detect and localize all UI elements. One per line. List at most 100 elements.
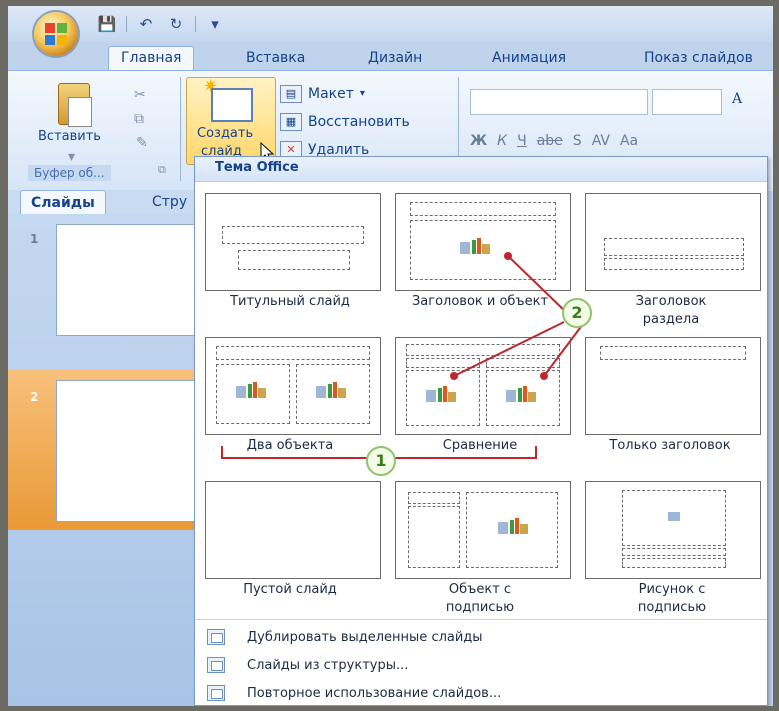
placeholder-text xyxy=(604,258,744,270)
redo-icon[interactable]: ↻ xyxy=(165,14,187,34)
picture-icon xyxy=(668,512,680,521)
office-logo-icon xyxy=(45,23,67,45)
char-spacing-button[interactable]: AV xyxy=(592,133,610,149)
slide-thumbnail-1[interactable] xyxy=(56,224,200,336)
office-button[interactable] xyxy=(34,12,78,56)
layout-label: Сравнение xyxy=(442,438,518,453)
layout-two-content[interactable]: Два объекта xyxy=(195,329,385,479)
cut-icon[interactable]: ✂ xyxy=(134,87,146,103)
layout-thumbnail xyxy=(395,337,571,435)
tab-design[interactable]: Дизайн xyxy=(356,47,434,69)
layout-gallery: Тема Office Титульный слайд Заголовок и … xyxy=(194,156,768,706)
layout-label: Макет xyxy=(308,86,354,102)
layout-title-slide[interactable]: Титульный слайд xyxy=(195,185,385,335)
callout-2: 2 xyxy=(562,298,592,328)
slides-from-outline-item[interactable]: Слайды из структуры... xyxy=(207,653,408,677)
layout-label: Рисунок с подписью xyxy=(637,582,707,615)
layout-thumbnail xyxy=(205,481,381,579)
layout-picture-with-caption[interactable]: Рисунок с подписью xyxy=(575,473,765,623)
chevron-down-icon[interactable]: ▾ xyxy=(68,149,75,165)
font-size-combo[interactable] xyxy=(652,89,722,115)
layout-label: Объект с подписью xyxy=(445,582,515,615)
content-icons xyxy=(236,382,266,402)
change-case-button[interactable]: Aa xyxy=(620,133,638,149)
content-icons xyxy=(506,386,536,406)
paste-button[interactable]: Вставить xyxy=(38,129,101,144)
placeholder-caption-text xyxy=(408,506,460,568)
gallery-header: Тема Office xyxy=(195,157,767,182)
placeholder-title xyxy=(216,346,370,360)
placeholder-title xyxy=(406,344,560,356)
content-icons xyxy=(498,518,528,538)
paste-icon[interactable] xyxy=(52,83,94,129)
layout-thumbnail xyxy=(205,193,381,291)
layout-label: Заголовок и объект xyxy=(411,294,549,309)
placeholder-heading-left xyxy=(406,358,480,368)
new-slide-label-1: Создать xyxy=(197,126,254,141)
outline-icon xyxy=(207,657,225,673)
layout-button[interactable]: ▤ Макет ▾ xyxy=(280,83,365,105)
placeholder-title xyxy=(600,346,746,360)
tab-outline[interactable]: Стру xyxy=(142,190,197,214)
copy-icon[interactable]: ⧉ xyxy=(134,111,144,127)
reset-button[interactable]: ▦ Восстановить xyxy=(280,111,410,133)
bold-button[interactable]: Ж xyxy=(470,133,487,149)
layout-title-and-content[interactable]: Заголовок и объект xyxy=(385,185,575,335)
content-icons xyxy=(426,386,456,406)
undo-icon[interactable]: ↶ xyxy=(135,14,157,34)
layout-thumbnail xyxy=(395,481,571,579)
content-icons xyxy=(460,238,490,258)
layout-thumbnail xyxy=(585,337,761,435)
format-painter-icon[interactable]: ✎ xyxy=(136,135,148,151)
layout-title-only[interactable]: Только заголовок xyxy=(575,329,765,479)
placeholder-caption-title xyxy=(408,492,460,504)
new-slide-icon xyxy=(211,88,253,122)
quick-access-toolbar: 💾 ↶ ↻ ▾ xyxy=(96,12,226,36)
layout-blank[interactable]: Пустой слайд xyxy=(195,473,385,623)
save-icon[interactable]: 💾 xyxy=(96,14,118,34)
underline-button[interactable]: Ч xyxy=(517,133,527,149)
tab-slide-show[interactable]: Показ слайдов xyxy=(632,47,765,69)
tab-slides[interactable]: Слайды xyxy=(20,190,106,215)
dialog-launcher-icon[interactable]: ⧉ xyxy=(158,163,166,177)
layout-thumbnail xyxy=(205,337,381,435)
duplicate-slides-item[interactable]: Дублировать выделенные слайды xyxy=(207,625,483,649)
menu-item-label: Слайды из структуры... xyxy=(247,657,409,673)
tab-home[interactable]: Главная xyxy=(108,46,195,71)
layout-icon: ▤ xyxy=(280,85,302,103)
layout-thumbnail xyxy=(585,481,761,579)
qat-separator xyxy=(195,16,196,32)
group-separator xyxy=(180,77,181,181)
menu-item-label: Повторное использование слайдов... xyxy=(247,685,502,701)
strikethrough-button[interactable]: abe xyxy=(537,133,563,149)
grow-font-icon[interactable]: A xyxy=(732,91,742,107)
placeholder-title xyxy=(410,202,556,216)
reuse-slides-item[interactable]: Повторное использование слайдов... xyxy=(207,681,501,705)
tab-insert[interactable]: Вставка xyxy=(234,47,317,69)
clipboard-group-label: Буфер об... xyxy=(28,165,111,181)
layout-thumbnail xyxy=(585,193,761,291)
slides-pane: 1 2 xyxy=(8,214,200,706)
tab-animation[interactable]: Анимация xyxy=(480,47,578,69)
font-name-combo[interactable] xyxy=(470,89,648,115)
layout-comparison[interactable]: Сравнение xyxy=(385,329,575,479)
shadow-button[interactable]: S xyxy=(573,133,582,149)
reset-label: Восстановить xyxy=(308,114,410,130)
gallery-footer-separator xyxy=(195,619,767,620)
customize-qat-icon[interactable]: ▾ xyxy=(204,14,226,34)
placeholder-title xyxy=(604,238,744,256)
layout-content-with-caption[interactable]: Объект с подписью xyxy=(385,473,575,623)
layout-section-header[interactable]: Заголовок раздела xyxy=(575,185,765,335)
slide-number: 1 xyxy=(30,232,39,246)
qat-separator xyxy=(126,16,127,32)
placeholder-subtitle xyxy=(238,250,350,270)
callout-1: 1 xyxy=(366,446,396,476)
chevron-down-icon: ▾ xyxy=(359,88,365,99)
italic-button[interactable]: К xyxy=(497,133,507,149)
slide-thumbnail-2[interactable] xyxy=(56,380,200,522)
layout-label: Только заголовок xyxy=(609,438,731,453)
placeholder-heading-right xyxy=(486,358,560,368)
duplicate-icon xyxy=(207,629,225,645)
pane-tabs: Слайды Стру xyxy=(8,190,198,215)
reset-icon: ▦ xyxy=(280,113,302,131)
